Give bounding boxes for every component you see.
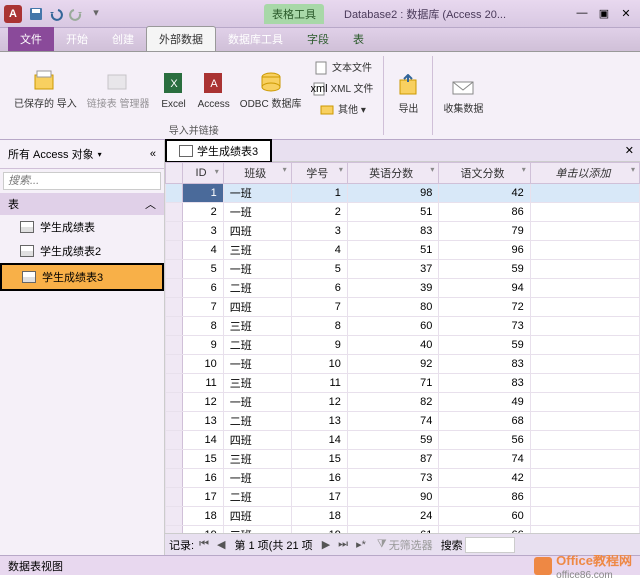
import-access-button[interactable]: A Access: [194, 58, 234, 120]
ribbon-group-import: 导入并链接: [10, 120, 377, 137]
nav-dropdown-icon[interactable]: ▾: [98, 150, 102, 159]
nav-table-item[interactable]: 学生成绩表2: [0, 239, 164, 263]
import-other-button[interactable]: 其他 ▾: [307, 100, 377, 120]
table-row[interactable]: 5 一班 5 37 59: [166, 260, 640, 279]
nav-table-item-selected[interactable]: 学生成绩表3: [0, 263, 164, 291]
table-icon: [20, 221, 34, 233]
next-record-button[interactable]: ▶: [319, 538, 333, 551]
svg-text:X: X: [170, 78, 178, 90]
import-text-button[interactable]: 文本文件: [307, 58, 377, 78]
nav-collapse-icon[interactable]: «: [150, 148, 156, 160]
nav-group-tables[interactable]: 表 ︿: [0, 193, 164, 215]
navigation-pane: 所有 Access 对象 ▾ « 表 ︿ 学生成绩表 学生成绩表2 学生成绩表3: [0, 140, 165, 555]
text-file-icon: [313, 60, 329, 76]
window-title: Database2 : 数据库 (Access 20...: [344, 6, 506, 22]
table-icon: [179, 145, 193, 157]
tab-home[interactable]: 开始: [54, 27, 100, 51]
save-icon[interactable]: [28, 6, 44, 22]
column-header[interactable]: 班级▾: [223, 163, 291, 184]
view-mode-label: 数据表视图: [8, 558, 63, 574]
record-position: 第 1 项(共 21 项: [230, 537, 316, 553]
table-row[interactable]: 15 三班 15 87 74: [166, 450, 640, 469]
ribbon-tabs: 文件 开始 创建 外部数据 数据库工具 字段 表: [0, 28, 640, 52]
minimize-button[interactable]: —: [572, 7, 592, 20]
document-area: 学生成绩表3 ✕ ID▾ 班级▾ 学号▾ 英语分数▾ 语文分数▾ 单击以添加▾: [165, 140, 640, 555]
first-record-button[interactable]: ⏮: [196, 538, 212, 551]
new-record-button[interactable]: ▸*: [353, 538, 369, 551]
table-row[interactable]: 2 一班 2 51 86: [166, 203, 640, 222]
column-dropdown-icon: ▾: [215, 167, 219, 176]
qat-dropdown-icon[interactable]: ▾: [88, 6, 104, 22]
tab-fields[interactable]: 字段: [295, 27, 341, 51]
table-icon: [22, 271, 36, 283]
linked-table-manager-button[interactable]: 链接表 管理器: [83, 58, 154, 120]
title-bar: A ▾ 表格工具 Database2 : 数据库 (Access 20... —…: [0, 0, 640, 28]
nav-search-input[interactable]: [3, 172, 161, 190]
redo-icon[interactable]: [68, 6, 84, 22]
table-row[interactable]: 18 四班 18 24 60: [166, 507, 640, 526]
close-button[interactable]: ✕: [616, 7, 636, 20]
table-row[interactable]: 9 二班 9 40 59: [166, 336, 640, 355]
tab-table[interactable]: 表: [341, 27, 376, 51]
ribbon: 已保存的 导入 链接表 管理器 X Excel A Access ODBC 数据…: [0, 52, 640, 140]
other-import-icon: [319, 102, 335, 118]
saved-imports-button[interactable]: 已保存的 导入: [10, 58, 81, 120]
tab-create[interactable]: 创建: [100, 27, 146, 51]
table-row[interactable]: 13 二班 13 74 68: [166, 412, 640, 431]
nav-table-item[interactable]: 学生成绩表: [0, 215, 164, 239]
add-column-header[interactable]: 单击以添加▾: [530, 163, 639, 184]
search-label: 搜索: [441, 537, 463, 553]
table-row[interactable]: 1 一班 1 98 42: [166, 184, 640, 203]
xml-file-icon: xml: [311, 81, 327, 97]
import-odbc-button[interactable]: ODBC 数据库: [236, 58, 306, 120]
record-search-input[interactable]: [465, 537, 515, 553]
contextual-tab-label: 表格工具: [264, 4, 324, 24]
document-tab[interactable]: 学生成绩表3: [165, 139, 272, 163]
table-row[interactable]: 17 二班 17 90 86: [166, 488, 640, 507]
prev-record-button[interactable]: ◀: [214, 538, 228, 551]
recnav-label: 记录:: [169, 537, 194, 553]
table-icon: [20, 245, 34, 257]
filter-icon: ⧩: [377, 538, 387, 551]
table-row[interactable]: 6 二班 6 39 94: [166, 279, 640, 298]
table-row[interactable]: 7 四班 7 80 72: [166, 298, 640, 317]
office-logo-icon: [534, 557, 552, 575]
column-header[interactable]: 语文分数▾: [439, 163, 530, 184]
collect-data-button[interactable]: 收集数据: [439, 58, 487, 131]
tab-external-data[interactable]: 外部数据: [146, 26, 216, 51]
table-row[interactable]: 10 一班 10 92 83: [166, 355, 640, 374]
tab-database-tools[interactable]: 数据库工具: [216, 27, 295, 51]
column-header[interactable]: 英语分数▾: [347, 163, 438, 184]
table-row[interactable]: 14 四班 14 59 56: [166, 431, 640, 450]
import-excel-button[interactable]: X Excel: [156, 58, 192, 120]
import-xml-button[interactable]: xml XML 文件: [307, 79, 377, 99]
last-record-button[interactable]: ⏭: [335, 538, 351, 551]
chevron-up-icon: ︿: [145, 196, 156, 212]
table-row[interactable]: 11 三班 11 71 83: [166, 374, 640, 393]
undo-icon[interactable]: [48, 6, 64, 22]
tab-file[interactable]: 文件: [8, 27, 54, 51]
table-row[interactable]: 16 一班 16 73 42: [166, 469, 640, 488]
svg-text:xml: xml: [311, 83, 327, 95]
nav-header[interactable]: 所有 Access 对象 ▾ «: [0, 140, 164, 169]
column-header[interactable]: ID▾: [183, 163, 224, 184]
filter-status: 无筛选器: [389, 537, 433, 553]
record-navigator: 记录: ⏮ ◀ 第 1 项(共 21 项 ▶ ⏭ ▸* ⧩ 无筛选器 搜索: [165, 533, 640, 555]
select-all-cell[interactable]: [166, 163, 183, 184]
status-bar: 数据表视图 Office教程网 office86.com: [0, 555, 640, 575]
quick-access-toolbar: ▾: [28, 6, 104, 22]
restore-button[interactable]: ▣: [594, 7, 614, 20]
column-header[interactable]: 学号▾: [291, 163, 347, 184]
close-document-icon[interactable]: ✕: [619, 144, 640, 157]
data-grid[interactable]: ID▾ 班级▾ 学号▾ 英语分数▾ 语文分数▾ 单击以添加▾ 1 一班 1 98…: [165, 162, 640, 533]
table-row[interactable]: 4 三班 4 51 96: [166, 241, 640, 260]
table-row[interactable]: 8 三班 8 60 73: [166, 317, 640, 336]
access-app-icon: A: [4, 5, 22, 23]
table-row[interactable]: 3 四班 3 83 79: [166, 222, 640, 241]
table-row[interactable]: 12 一班 12 82 49: [166, 393, 640, 412]
table-row[interactable]: 19 三班 19 61 66: [166, 526, 640, 534]
export-button[interactable]: 导出: [390, 58, 426, 131]
svg-text:A: A: [210, 78, 218, 90]
